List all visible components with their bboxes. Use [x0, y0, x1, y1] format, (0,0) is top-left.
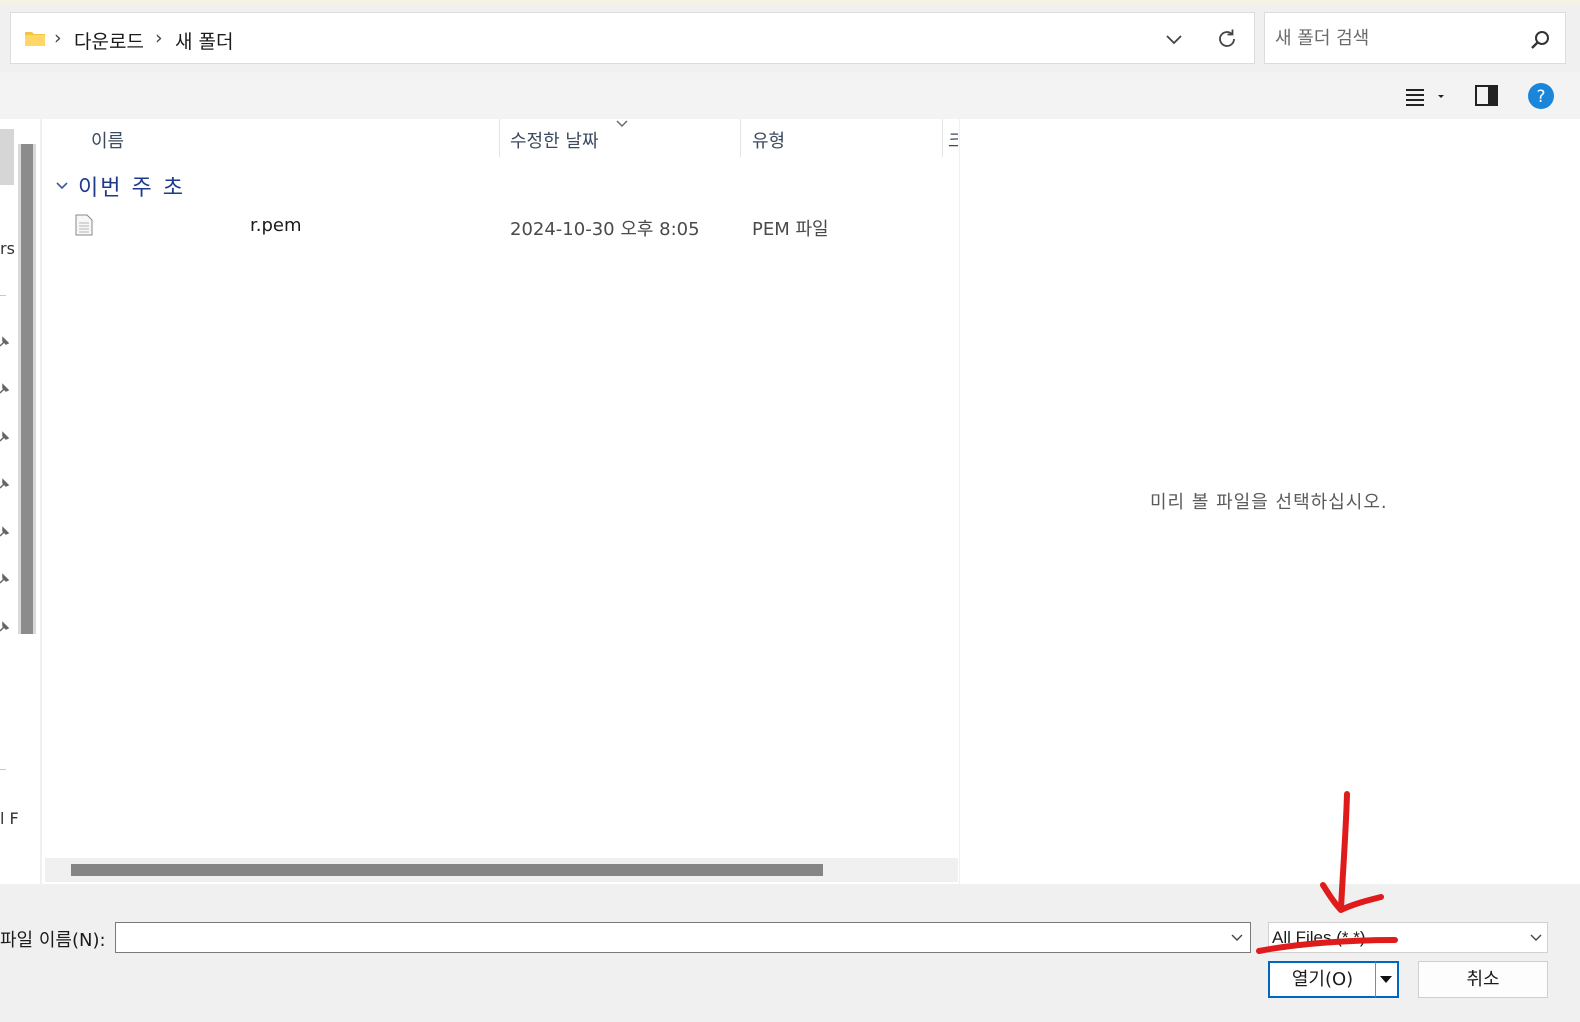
- column-divider[interactable]: [942, 119, 943, 157]
- column-header-size[interactable]: 크: [948, 119, 958, 157]
- search-input[interactable]: [1275, 23, 1515, 53]
- svg-text:?: ?: [1536, 87, 1545, 107]
- search-icon[interactable]: [1529, 29, 1551, 51]
- folder-icon: [25, 32, 45, 46]
- command-bar: ?: [0, 72, 1580, 119]
- chevron-down-icon[interactable]: [1230, 932, 1244, 944]
- cancel-button[interactable]: 취소: [1418, 961, 1548, 998]
- column-header-name[interactable]: 이름: [91, 119, 499, 157]
- nav-item-fragment[interactable]: l F: [0, 809, 19, 828]
- nav-separator: [0, 769, 6, 770]
- filename-input[interactable]: [122, 925, 1212, 950]
- preview-pane-icon[interactable]: [1473, 83, 1501, 109]
- breadcrumb-downloads[interactable]: 다운로드: [74, 27, 144, 54]
- pin-icon: [0, 573, 10, 584]
- file-name[interactable]: r.pem: [250, 215, 302, 236]
- file-type-filter-value: All Files (*.*): [1272, 928, 1366, 947]
- group-header[interactable]: 이번 주 초: [54, 171, 185, 201]
- file-type-filter[interactable]: All Files (*.*): [1268, 922, 1548, 953]
- view-list-icon[interactable]: [1400, 84, 1450, 110]
- chevron-down-icon[interactable]: [1529, 932, 1543, 944]
- horizontal-scrollbar[interactable]: [45, 858, 958, 882]
- pin-icon: [0, 478, 10, 489]
- filename-combo[interactable]: [115, 922, 1251, 953]
- file-row[interactable]: r.pem 2024-10-30 오후 8:05 PEM 파일: [42, 211, 942, 245]
- chevron-right-icon[interactable]: ›: [155, 27, 163, 49]
- address-bar[interactable]: › 다운로드 › 새 폴더: [10, 12, 1255, 64]
- nav-item-fragment[interactable]: rs: [0, 239, 15, 258]
- pin-icon: [0, 383, 10, 394]
- chevron-right-icon[interactable]: ›: [54, 27, 62, 49]
- navigation-pane[interactable]: rs l F: [0, 119, 40, 884]
- pin-icon: [0, 336, 10, 347]
- sort-chevron-icon: [616, 120, 628, 127]
- refresh-icon[interactable]: [1215, 27, 1239, 51]
- pin-icon: [0, 621, 10, 632]
- file-list[interactable]: 이름 수정한 날짜 유형 크 이번 주 초 r.pem 2024-10-30 오…: [42, 119, 959, 884]
- help-icon[interactable]: ?: [1526, 81, 1556, 111]
- horizontal-scrollbar-thumb[interactable]: [71, 864, 823, 876]
- file-type: PEM 파일: [752, 219, 829, 240]
- group-label: 이번 주 초: [78, 176, 185, 201]
- window-top-strip: [0, 0, 1580, 6]
- nav-scrollbar[interactable]: [18, 144, 36, 634]
- breadcrumb-new-folder[interactable]: 새 폴더: [175, 27, 233, 54]
- pin-icon: [0, 431, 10, 442]
- file-icon: [75, 214, 93, 236]
- caret-down-icon: [1380, 976, 1392, 983]
- column-divider[interactable]: [499, 119, 500, 157]
- open-button[interactable]: 열기(O): [1268, 961, 1376, 998]
- search-box[interactable]: [1264, 12, 1566, 64]
- chevron-down-icon[interactable]: [1163, 29, 1185, 49]
- column-divider[interactable]: [740, 119, 741, 157]
- preview-message: 미리 볼 파일을 선택하십시오.: [1150, 492, 1388, 513]
- open-options-button[interactable]: [1376, 961, 1399, 998]
- preview-pane: 미리 볼 파일을 선택하십시오.: [960, 119, 1580, 884]
- filename-label: 파일 이름(N):: [0, 930, 106, 951]
- column-header-type[interactable]: 유형: [752, 119, 942, 157]
- nav-separator: [0, 295, 6, 296]
- chevron-down-icon[interactable]: [54, 178, 70, 194]
- pin-icon: [0, 526, 10, 537]
- nav-selection: [0, 129, 14, 185]
- file-modified: 2024-10-30 오후 8:05: [510, 219, 700, 240]
